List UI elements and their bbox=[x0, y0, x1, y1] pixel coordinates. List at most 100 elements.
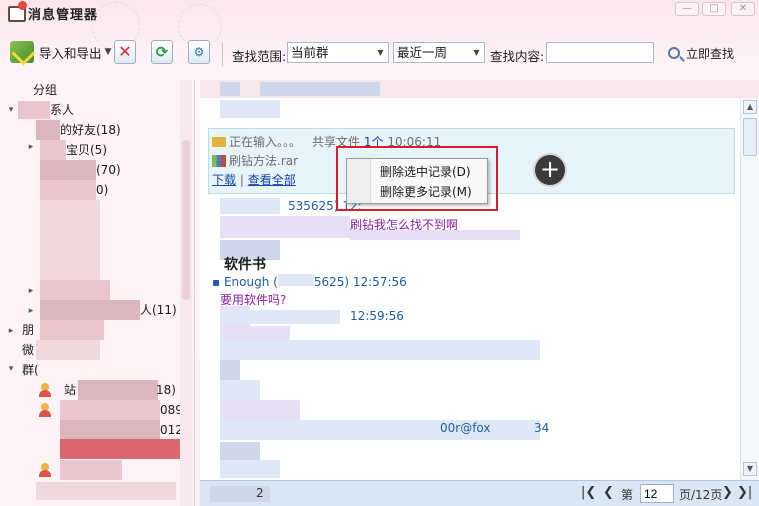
tree-item-weibo[interactable]: 微 bbox=[22, 340, 34, 360]
folder-icon bbox=[212, 137, 226, 147]
refresh-button[interactable]: ⟳ bbox=[151, 38, 173, 66]
page-label: 第 bbox=[621, 488, 634, 502]
redacted-block bbox=[40, 160, 96, 180]
file-name: 刷钻方法.rar bbox=[212, 152, 298, 169]
toolbar-divider bbox=[222, 42, 223, 66]
group-user-icon bbox=[38, 463, 52, 477]
tool-button[interactable]: ⚙ bbox=[188, 38, 210, 66]
time-range-select[interactable]: 最近一周 ▼ bbox=[393, 42, 485, 63]
redacted-block bbox=[220, 400, 300, 420]
redacted-block bbox=[220, 310, 340, 324]
pagination-bar: 2 |❮ ❮ 第 页/12页 ❯ ❯| bbox=[200, 480, 759, 506]
redacted-block bbox=[220, 420, 540, 440]
redacted-block bbox=[220, 380, 260, 400]
tree-item-70[interactable]: (70) bbox=[96, 160, 121, 180]
view-all-link[interactable]: 查看全部 bbox=[248, 173, 296, 187]
import-export-icon bbox=[10, 41, 34, 63]
title-bar: 消息管理器 — □ ✕ bbox=[0, 0, 759, 50]
time-range-value: 最近一周 bbox=[397, 45, 448, 60]
tree-item-contacts[interactable]: 系人 bbox=[50, 100, 74, 120]
redacted-block bbox=[220, 326, 290, 340]
expand-icon[interactable]: ▸ bbox=[26, 142, 36, 152]
tree-item-friends[interactable]: 的好友(18) bbox=[60, 120, 121, 140]
redacted-block bbox=[220, 198, 280, 214]
page-total-label: 页/12页 bbox=[679, 488, 723, 502]
redacted-block bbox=[18, 101, 50, 119]
group-item-1[interactable]: 站 bbox=[64, 380, 76, 400]
redacted-block bbox=[40, 300, 140, 320]
tree-scrollbar[interactable] bbox=[180, 80, 192, 506]
settings-tool-icon: ⚙ bbox=[188, 40, 210, 64]
scope-select[interactable]: 当前群 ▼ bbox=[287, 42, 389, 63]
page-number-input[interactable] bbox=[640, 484, 674, 503]
prev-page-button[interactable]: ❮ bbox=[603, 485, 614, 500]
redacted-block bbox=[220, 216, 350, 238]
menu-item-delete-more[interactable]: 删除更多记录(M) bbox=[380, 182, 472, 202]
sender-3-time: 12:59:56 bbox=[350, 309, 404, 323]
delete-x-icon: ✕ bbox=[114, 40, 136, 64]
bottom-fragment: 2 bbox=[256, 486, 264, 500]
app-logo-icon bbox=[8, 1, 27, 22]
expand-icon[interactable]: ▸ bbox=[26, 286, 36, 296]
expand-icon[interactable]: ▾ bbox=[6, 105, 16, 115]
group-user-icon bbox=[38, 403, 52, 417]
tree-item-baby[interactable]: 宝贝(5) bbox=[66, 140, 107, 160]
import-export-button[interactable]: 导入和导出 ▼ bbox=[10, 38, 111, 66]
redacted-block bbox=[220, 100, 280, 118]
message-manager-window: 消息管理器 — □ ✕ 导入和导出 ▼ ✕ ⟳ ⚙ 查找范围: 当前群 ▼ 最近… bbox=[0, 0, 759, 506]
redacted-block bbox=[260, 82, 380, 96]
toolbar: 导入和导出 ▼ ✕ ⟳ ⚙ 查找范围: 当前群 ▼ 最近一周 ▼ 查找内容: 立… bbox=[0, 32, 759, 74]
download-link[interactable]: 下载 bbox=[212, 173, 236, 187]
menu-gutter bbox=[347, 159, 371, 203]
scroll-down-button[interactable]: ▼ bbox=[743, 462, 757, 476]
number-fragment: 34 bbox=[534, 421, 550, 435]
menu-item-delete-selected[interactable]: 删除选中记录(D) bbox=[380, 162, 471, 182]
chevron-down-icon: ▼ bbox=[377, 48, 384, 57]
email-fragment: 00r@fox bbox=[440, 421, 491, 435]
next-page-button[interactable]: ❯ bbox=[722, 485, 733, 500]
scrollbar-thumb[interactable] bbox=[182, 140, 190, 300]
redacted-block bbox=[40, 280, 110, 300]
first-page-button[interactable]: |❮ bbox=[581, 485, 596, 500]
scope-select-value: 当前群 bbox=[291, 45, 329, 60]
delete-button[interactable]: ✕ bbox=[114, 38, 136, 66]
last-page-button[interactable]: ❯| bbox=[737, 485, 752, 500]
context-menu: 删除选中记录(D) 删除更多记录(M) bbox=[346, 158, 488, 204]
tree-item-11[interactable]: 人(11) bbox=[140, 300, 177, 320]
search-now-button[interactable]: 立即查找 bbox=[668, 42, 734, 64]
scope-label: 查找范围: bbox=[232, 49, 287, 64]
contact-tree: 分组 ▾ 系人 的好友(18) ▸ 宝贝(5) (70) 0) ▸ ▸ 人(11… bbox=[0, 80, 195, 506]
group-item-1-count: 18) bbox=[156, 383, 176, 397]
tree-item-0[interactable]: 0) bbox=[96, 180, 108, 200]
redacted-block bbox=[220, 340, 540, 360]
refresh-icon: ⟳ bbox=[151, 40, 173, 64]
redacted-block bbox=[350, 230, 520, 240]
search-content-input[interactable] bbox=[546, 42, 654, 63]
minimize-button[interactable]: — bbox=[675, 2, 699, 16]
redacted-block bbox=[40, 140, 66, 160]
message-history-pane: 正在输入。。。 共享文件 1个 10:06:11 刷钻方法.rar 下载 | 查… bbox=[200, 80, 759, 506]
redacted-block bbox=[60, 460, 122, 480]
redacted-block bbox=[220, 460, 280, 478]
group-user-icon bbox=[38, 383, 52, 397]
maximize-button[interactable]: □ bbox=[702, 2, 726, 16]
expand-icon[interactable]: ▸ bbox=[6, 326, 16, 336]
expand-icon[interactable]: ▾ bbox=[6, 364, 16, 374]
expand-icon[interactable]: ▸ bbox=[26, 306, 36, 316]
tree-item-groups[interactable]: 群( bbox=[22, 360, 39, 380]
selected-group-row[interactable] bbox=[60, 439, 180, 459]
message-word: 软件书 bbox=[224, 257, 266, 273]
group-header: 分组 bbox=[33, 83, 58, 97]
redacted-block bbox=[78, 380, 158, 400]
scroll-up-button[interactable]: ▲ bbox=[743, 100, 757, 114]
rar-file-icon bbox=[212, 155, 226, 167]
close-button[interactable]: ✕ bbox=[731, 2, 755, 16]
scrollbar-thumb[interactable] bbox=[743, 118, 757, 156]
add-circle-icon[interactable]: + bbox=[535, 155, 565, 185]
redacted-block bbox=[36, 120, 60, 140]
redacted-block bbox=[60, 420, 160, 440]
import-export-label: 导入和导出 bbox=[39, 45, 102, 61]
tree-item-friends2[interactable]: 朋 bbox=[22, 320, 34, 340]
redacted-block bbox=[36, 340, 100, 360]
message-scrollbar[interactable]: ▲ ▼ bbox=[740, 98, 759, 480]
